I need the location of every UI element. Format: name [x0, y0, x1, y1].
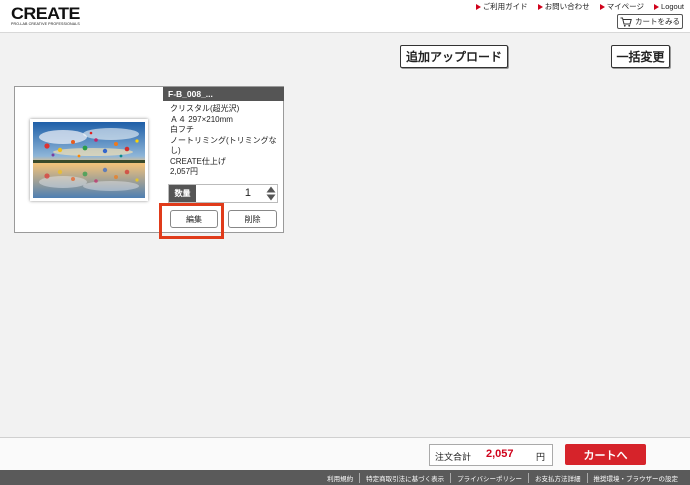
stepper-down-icon[interactable]: [266, 194, 276, 201]
total-label: 注文合計: [435, 452, 472, 462]
nav-mypage-label: マイページ: [606, 2, 645, 11]
site-footer: 利用規約 特定商取引法に基づく表示 プライバシーポリシー お支払方法詳細 推奨環…: [0, 470, 690, 485]
nav-guide-link[interactable]: ご利用ガイド: [475, 1, 528, 12]
stepper-up-icon[interactable]: [266, 186, 276, 193]
quantity-stepper[interactable]: [266, 186, 276, 201]
order-summary-bar: 注文合計 2,057 円 カートへ: [0, 437, 690, 470]
view-cart-button[interactable]: カートをみる: [617, 14, 683, 29]
delete-button[interactable]: 削除: [228, 210, 277, 228]
nav-contact-label: お問い合わせ: [544, 2, 590, 11]
item-thumbnail[interactable]: [29, 118, 148, 201]
thumbnail-area: [15, 87, 162, 232]
top-nav: ご利用ガイド お問い合わせ マイページ Logout: [475, 1, 684, 12]
total-value: 2,057: [486, 448, 514, 460]
nav-logout-link[interactable]: Logout: [654, 1, 684, 12]
quantity-label: 数量: [169, 185, 196, 202]
footer-links: 利用規約 特定商取引法に基づく表示 プライバシーポリシー お支払方法詳細 推奨環…: [321, 473, 684, 483]
detail-trimming: ノートリミング(トリミングなし): [170, 135, 277, 156]
footer-link-environment[interactable]: 推奨環境・ブラウザーの設定: [586, 473, 685, 483]
total-unit: 円: [536, 452, 546, 462]
arrow-right-icon: [599, 3, 605, 10]
site-header: CREATE PRO-LAB CREATIVE PROFESSIONALS ご利…: [0, 0, 690, 33]
item-details: クリスタル(超光沢) Ａ４ 297×210mm 白フチ ノートリミング(トリミン…: [163, 101, 284, 178]
footer-link-terms[interactable]: 利用規約: [321, 473, 359, 483]
footer-link-privacy[interactable]: プライバシーポリシー: [450, 473, 528, 483]
quantity-input[interactable]: 1: [199, 185, 253, 202]
quantity-control: 数量 1: [168, 184, 278, 203]
view-cart-label: カートをみる: [635, 17, 680, 26]
bulk-change-button[interactable]: 一括変更: [611, 45, 670, 68]
detail-size: Ａ４ 297×210mm: [170, 114, 233, 124]
detail-paper: クリスタル(超光沢): [170, 104, 240, 113]
footer-link-commercial-law[interactable]: 特定商取引法に基づく表示: [359, 473, 450, 483]
arrow-right-icon: [475, 3, 481, 10]
detail-finish: CREATE仕上げ: [170, 156, 226, 166]
footer-link-payment[interactable]: お支払方法詳細: [528, 473, 587, 483]
nav-contact-link[interactable]: お問い合わせ: [537, 1, 590, 12]
detail-price: 2,057円: [170, 167, 199, 176]
cart-item-card: F-B_008_... クリスタル(超光沢) Ａ４ 297×210mm 白フチ …: [14, 86, 284, 233]
order-total-box: 注文合計 2,057 円: [429, 444, 553, 466]
item-info: F-B_008_... クリスタル(超光沢) Ａ４ 297×210mm 白フチ …: [163, 87, 284, 232]
nav-logout-label: Logout: [661, 2, 684, 11]
detail-border: 白フチ: [170, 125, 194, 134]
arrow-right-icon: [537, 3, 543, 10]
create-logo[interactable]: CREATE PRO-LAB CREATIVE PROFESSIONALS: [11, 5, 81, 27]
nav-mypage-link[interactable]: マイページ: [599, 1, 645, 12]
logo-text: CREATE: [11, 4, 80, 23]
edit-button[interactable]: 編集: [170, 210, 218, 228]
arrow-right-icon: [654, 3, 660, 10]
add-upload-button[interactable]: 追加アップロード: [400, 45, 508, 68]
go-to-cart-button[interactable]: カートへ: [565, 444, 646, 465]
cart-icon: [620, 17, 632, 27]
nav-guide-label: ご利用ガイド: [482, 2, 528, 11]
item-title: F-B_008_...: [163, 87, 284, 101]
